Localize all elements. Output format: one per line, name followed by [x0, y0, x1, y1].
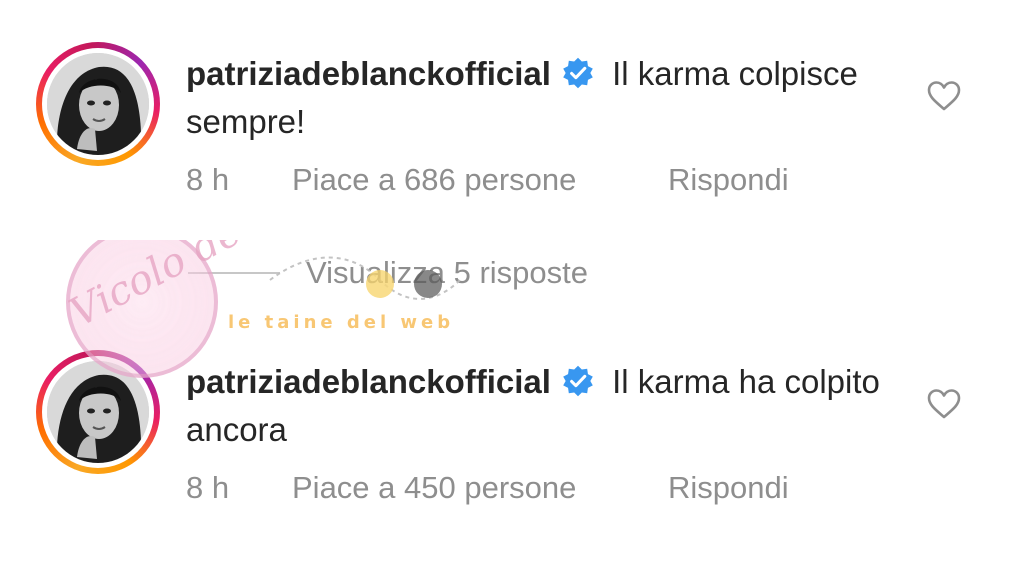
comment-meta: 8 h Piace a 450 persone Rispondi	[186, 470, 789, 506]
comment-body: patriziadeblanckofficial Il karma ha col…	[186, 358, 886, 454]
comment-time: 8 h	[186, 162, 230, 197]
avatar	[47, 361, 149, 463]
heart-outline-icon[interactable]	[926, 80, 962, 112]
likes-count[interactable]: Piace a 450 persone	[292, 470, 668, 506]
verified-badge-icon	[561, 363, 595, 397]
replies-divider	[188, 272, 280, 274]
comment-meta: 8 h Piace a 686 persone Rispondi	[186, 162, 789, 198]
avatar-story-ring[interactable]	[36, 350, 160, 474]
comment-time: 8 h	[186, 470, 230, 505]
heart-outline-icon[interactable]	[926, 388, 962, 420]
comment-body: patriziadeblanckofficial Il karma colpis…	[186, 50, 886, 146]
reply-button[interactable]: Rispondi	[668, 470, 789, 506]
likes-count[interactable]: Piace a 686 persone	[292, 162, 668, 198]
profile-photo	[47, 53, 149, 155]
avatar	[47, 53, 149, 155]
username-link[interactable]: patriziadeblanckofficial	[186, 363, 551, 400]
profile-photo	[47, 361, 149, 463]
avatar-story-ring[interactable]	[36, 42, 160, 166]
view-replies-button[interactable]: Visualizza 5 risposte	[306, 255, 588, 291]
reply-button[interactable]: Rispondi	[668, 162, 789, 198]
verified-badge-icon	[561, 55, 595, 89]
watermark-tagline: le taine del web	[228, 312, 454, 333]
username-link[interactable]: patriziadeblanckofficial	[186, 55, 551, 92]
